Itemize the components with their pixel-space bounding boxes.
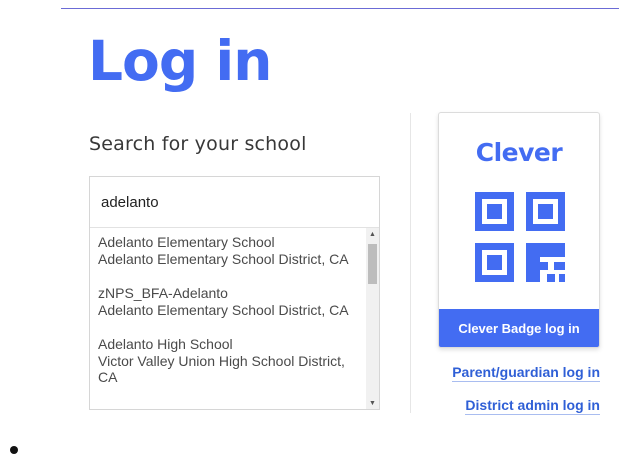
search-label: Search for your school (89, 133, 307, 155)
school-search-combobox: Adelanto Elementary School Adelanto Elem… (89, 176, 380, 410)
qr-code-icon (475, 192, 565, 282)
search-results-list[interactable]: Adelanto Elementary School Adelanto Elem… (90, 228, 366, 409)
result-school-name: Adelanto High School (98, 336, 233, 352)
list-bullet (10, 446, 18, 454)
clever-badge-login-button[interactable]: Clever Badge log in (439, 309, 599, 347)
result-item[interactable]: Adelanto Elementary School Adelanto Elem… (90, 228, 366, 279)
result-district-name: Victor Valley Union High School District… (98, 352, 345, 386)
scroll-up-arrow-icon[interactable]: ▲ (366, 228, 379, 240)
column-divider (410, 113, 411, 413)
school-search-input[interactable] (90, 177, 379, 228)
results-scrollbar[interactable]: ▲ ▼ (366, 228, 379, 409)
district-admin-login-link[interactable]: District admin log in (465, 397, 600, 415)
clever-logo: Clever (475, 138, 563, 167)
result-district-name: Adelanto Elementary School District, CA (98, 301, 349, 318)
scroll-thumb[interactable] (368, 244, 377, 284)
result-item[interactable]: zNPS_BFA-Adelanto Adelanto Elementary Sc… (90, 279, 366, 330)
result-school-name: zNPS_BFA-Adelanto (98, 285, 228, 301)
result-district-name: Adelanto Elementary School District, CA (98, 250, 349, 267)
clever-badge-card: Clever Clever Badge log in (438, 112, 600, 348)
scroll-down-arrow-icon[interactable]: ▼ (366, 397, 379, 409)
result-item[interactable]: Adelanto High School Victor Valley Union… (90, 330, 366, 398)
result-school-name: Adelanto Elementary School (98, 234, 275, 250)
parent-guardian-login-link[interactable]: Parent/guardian log in (452, 364, 600, 382)
page-title: Log in (88, 29, 272, 93)
top-divider (61, 8, 619, 9)
